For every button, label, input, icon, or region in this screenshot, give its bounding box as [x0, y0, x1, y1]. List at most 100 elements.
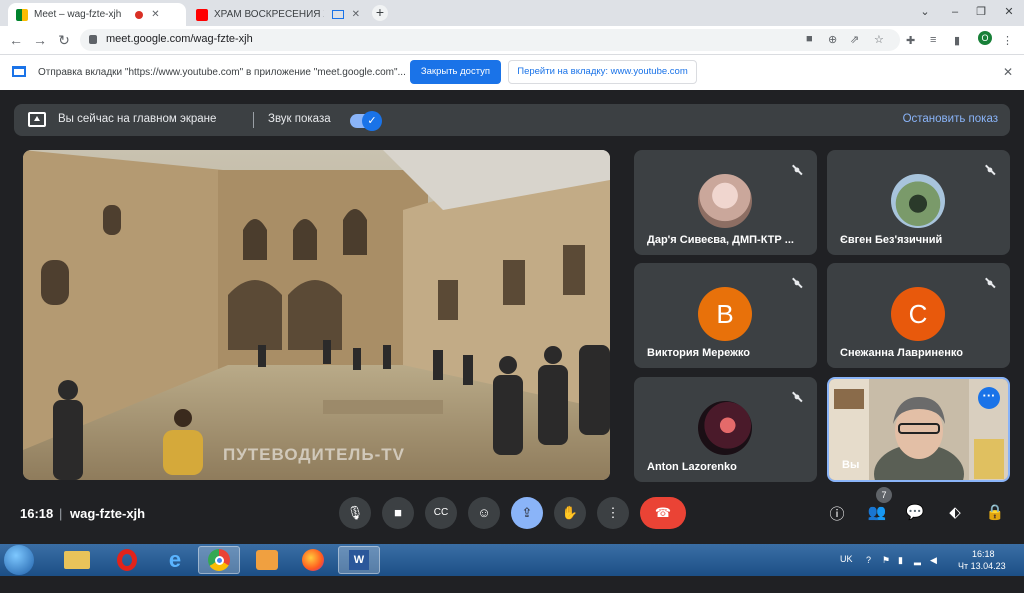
- avatar: [698, 174, 752, 228]
- tray-flag-icon[interactable]: ⚑: [882, 555, 890, 566]
- close-tab-icon[interactable]: ✕: [151, 9, 159, 20]
- extensions-icon[interactable]: ✚: [906, 34, 915, 47]
- word-icon[interactable]: W: [338, 546, 380, 574]
- chrome-icon[interactable]: [198, 546, 240, 574]
- tab-youtube[interactable]: ХРАМ ВОСКРЕСЕНИЯ ХРИСТ ✕: [188, 3, 368, 26]
- participant-count-badge: 7: [876, 487, 892, 503]
- microphone-button[interactable]: 🎙: [339, 497, 371, 529]
- tab-search-icon[interactable]: ⌄: [910, 0, 940, 26]
- meet-icon: [16, 8, 28, 21]
- info-icon[interactable]: ⓘ: [826, 503, 848, 524]
- start-button[interactable]: [4, 545, 34, 575]
- new-tab-button[interactable]: +: [372, 5, 388, 21]
- switch-tab-button[interactable]: Перейти на вкладку: www.youtube.com: [508, 60, 697, 84]
- url-text: meet.google.com/wag-fzte-xjh: [106, 33, 253, 45]
- people-icon[interactable]: 👥: [866, 503, 888, 521]
- sound-label: Звук показа: [268, 113, 331, 125]
- presenting-banner: Вы сейчас на главном экране Звук показа …: [14, 104, 1010, 136]
- avatar: [698, 401, 752, 455]
- bookmark-star-icon[interactable]: ☆: [874, 33, 884, 46]
- back-icon[interactable]: ←: [8, 32, 24, 48]
- address-bar[interactable]: meet.google.com/wag-fzte-xjh ■ ⊕ ⇗ ☆: [80, 29, 900, 51]
- participant-tile[interactable]: ● Євген Без'язичний: [827, 150, 1010, 255]
- close-icon[interactable]: ✕: [1003, 65, 1013, 79]
- taskbar-date[interactable]: Чт 13.04.23: [958, 561, 1006, 593]
- more-options-button[interactable]: ⋮: [597, 497, 629, 529]
- captions-button[interactable]: CC: [425, 497, 457, 529]
- browser-toolbar: ← → ↻ meet.google.com/wag-fzte-xjh ■ ⊕ ⇗…: [0, 26, 1024, 54]
- shared-screen-video: ПУТЕВОДИТЕЛЬ-TV: [23, 150, 610, 480]
- tab-title: Meet – wag-fzte-xjh: [34, 9, 122, 20]
- sound-toggle[interactable]: ✓: [350, 111, 382, 131]
- self-video-tile[interactable]: ··· Вы: [827, 377, 1010, 482]
- stop-presenting-button[interactable]: Остановить показ: [903, 113, 998, 125]
- participant-name: Дар'я Сивеєва, ДМП-КТР ...: [647, 234, 794, 246]
- meeting-code: wag-fzte-xjh: [70, 506, 146, 521]
- participant-tile[interactable]: C ● Снежанна Лавриненко: [827, 263, 1010, 368]
- mic-off-icon: ●: [789, 162, 805, 178]
- avatar: C: [891, 287, 945, 341]
- mic-off-icon: ●: [982, 275, 998, 291]
- profile-avatar[interactable]: O: [978, 31, 992, 45]
- close-tab-icon[interactable]: ✕: [352, 9, 360, 20]
- infobar-message: Отправка вкладки "https://www.youtube.co…: [38, 67, 406, 78]
- activities-icon[interactable]: ⬖: [944, 503, 966, 521]
- present-screen-icon: ⇪: [521, 505, 533, 520]
- host-controls-icon[interactable]: 🔒: [984, 503, 1006, 521]
- recording-icon: [135, 10, 144, 19]
- zoom-icon[interactable]: ⊕: [828, 33, 837, 46]
- present-screen-icon: [28, 112, 46, 127]
- reactions-button[interactable]: ☺: [468, 497, 500, 529]
- participant-name: Євген Без'язичний: [840, 234, 943, 246]
- leave-call-button[interactable]: ☎: [640, 497, 686, 529]
- meeting-time: 16:18: [20, 506, 54, 521]
- hand-icon: ✋: [561, 505, 579, 520]
- side-panel-icon[interactable]: ▮: [954, 34, 960, 47]
- camera-icon[interactable]: ■: [806, 33, 813, 45]
- internet-explorer-icon[interactable]: e: [154, 546, 196, 574]
- tab-meet[interactable]: Meet – wag-fzte-xjh ✕: [8, 3, 186, 26]
- divider: [253, 112, 254, 128]
- more-options-icon[interactable]: ···: [978, 387, 1000, 409]
- stop-sharing-button[interactable]: Закрыть доступ: [410, 60, 501, 84]
- participant-name: Снежанна Лавриненко: [840, 347, 963, 359]
- presenting-text: Вы сейчас на главном экране: [58, 113, 217, 125]
- tray-volume-icon[interactable]: ◀: [930, 555, 937, 566]
- reload-icon[interactable]: ↻: [56, 32, 72, 48]
- close-window-button[interactable]: ✕: [994, 0, 1024, 26]
- lock-icon: [89, 35, 97, 44]
- menu-icon[interactable]: ⋮: [1002, 34, 1013, 47]
- present-button[interactable]: ⇪: [511, 497, 543, 529]
- participant-tile[interactable]: ● Дар'я Сивеєва, ДМП-КТР ...: [634, 150, 817, 255]
- media-player-icon[interactable]: [246, 546, 288, 574]
- avatar: B: [698, 287, 752, 341]
- youtube-icon: [196, 8, 208, 21]
- check-icon: ✓: [362, 111, 382, 131]
- language-indicator[interactable]: UK: [840, 554, 853, 586]
- share-page-icon[interactable]: ⇗: [850, 33, 859, 46]
- tab-share-infobar: Отправка вкладки "https://www.youtube.co…: [0, 54, 1024, 90]
- chat-icon[interactable]: 💬: [904, 503, 926, 521]
- emoji-icon: ☺: [477, 505, 491, 520]
- browser-tab-strip: Meet – wag-fzte-xjh ✕ ХРАМ ВОСКРЕСЕНИЯ Х…: [0, 0, 1024, 26]
- forward-icon[interactable]: →: [32, 32, 48, 48]
- participant-tile[interactable]: B ● Виктория Мережко: [634, 263, 817, 368]
- raise-hand-button[interactable]: ✋: [554, 497, 586, 529]
- tray-signal-icon[interactable]: ▂: [914, 555, 921, 566]
- mic-off-icon: ●: [789, 389, 805, 405]
- maximize-button[interactable]: ❐: [966, 0, 996, 26]
- reading-list-icon[interactable]: ≡: [930, 34, 936, 46]
- camera-button[interactable]: ■: [382, 497, 414, 529]
- tray-help-icon[interactable]: ?: [866, 555, 871, 565]
- participant-name: Anton Lazorenko: [647, 461, 737, 473]
- participant-tile[interactable]: ● Anton Lazorenko: [634, 377, 817, 482]
- explorer-icon[interactable]: [56, 546, 98, 574]
- firefox-icon[interactable]: [292, 546, 334, 574]
- opera-icon[interactable]: [106, 546, 148, 574]
- camera-icon: ■: [394, 505, 402, 520]
- more-vert-icon: ⋮: [606, 505, 620, 520]
- tray-network-icon[interactable]: ▮: [898, 555, 903, 566]
- mic-icon: 🎙: [346, 505, 364, 520]
- hang-up-icon: ☎: [654, 505, 672, 520]
- tab-title: ХРАМ ВОСКРЕСЕНИЯ ХРИСТ: [214, 9, 324, 20]
